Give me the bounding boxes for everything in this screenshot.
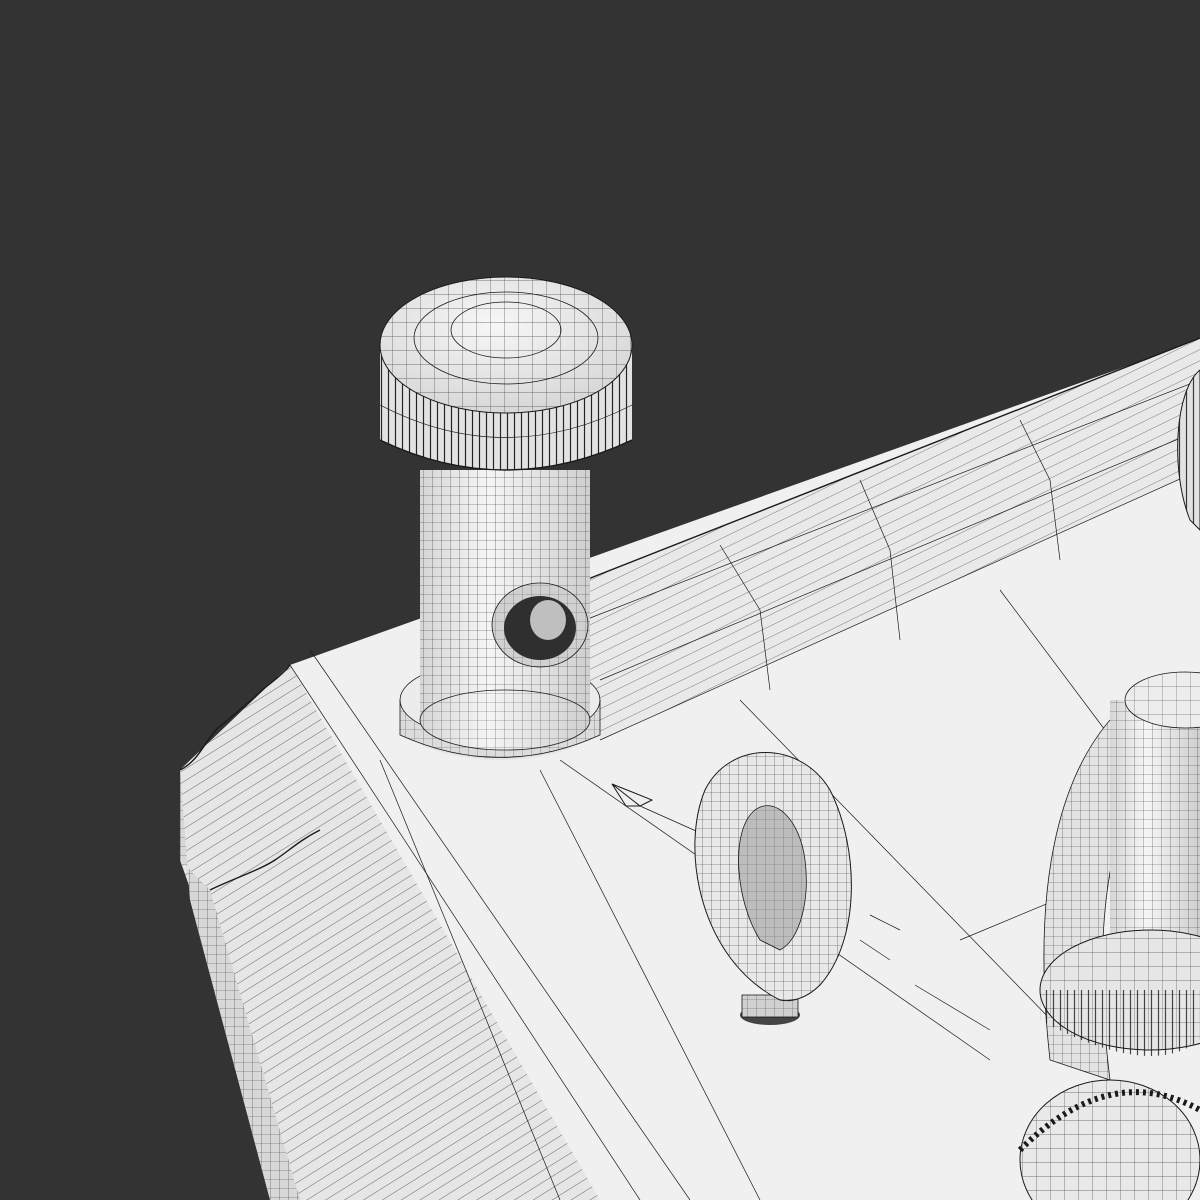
wireframe-render	[0, 0, 1200, 1200]
